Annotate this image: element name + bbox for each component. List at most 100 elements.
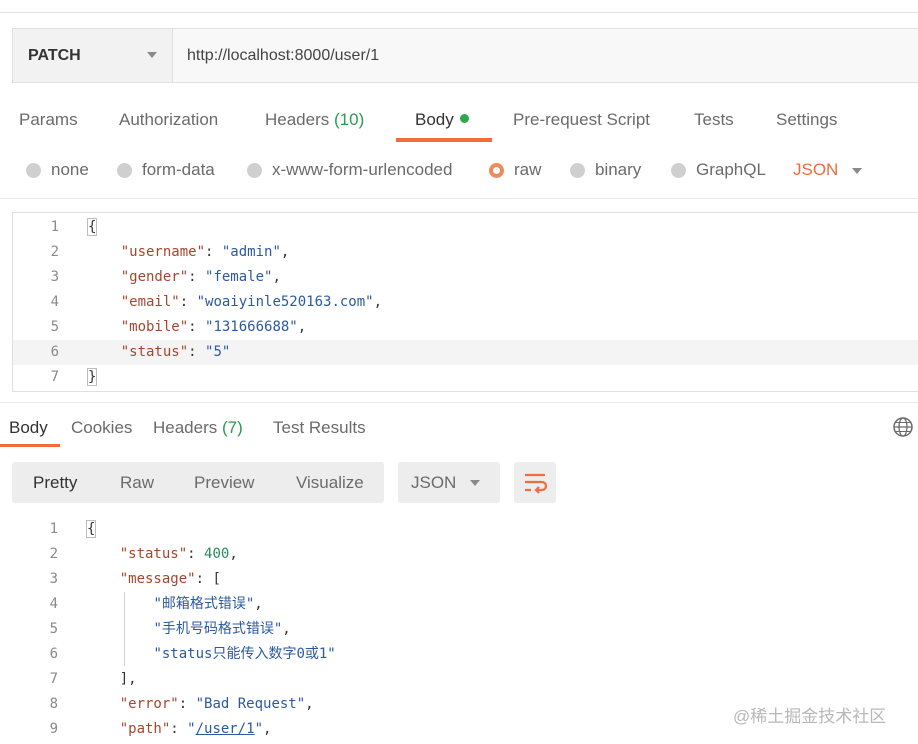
json-key: "mobile"	[120, 319, 189, 335]
json-key: "gender"	[120, 269, 189, 285]
open-brace: {	[87, 218, 98, 236]
tab-body-label: Body	[415, 110, 454, 129]
tab-params[interactable]: Params	[19, 110, 78, 130]
radio-binary[interactable]: binary	[570, 160, 641, 180]
line-number: 6	[50, 344, 59, 360]
radio-form-data[interactable]: form-data	[117, 160, 215, 180]
response-tab-headers-label: Headers	[153, 418, 218, 437]
code-text: "path": "/user/1",	[119, 721, 272, 737]
radio-graphql-label: GraphQL	[696, 160, 766, 179]
radio-none[interactable]: none	[26, 160, 89, 180]
line-number: 3	[50, 269, 59, 285]
radio-raw[interactable]: raw	[489, 160, 541, 180]
code-line: 7 ],	[12, 667, 918, 692]
response-tab-cookies[interactable]: Cookies	[71, 418, 132, 438]
json-value: "5"	[205, 344, 231, 360]
code-text: "status": "5"	[120, 344, 231, 360]
code-text: "email": "woaiyinle520163.com",	[120, 294, 383, 310]
indent-guide	[124, 592, 125, 666]
line-number: 2	[49, 546, 58, 562]
wrap-lines-button[interactable]	[514, 462, 556, 503]
tab-tests[interactable]: Tests	[694, 110, 734, 130]
tab-prerequest-script[interactable]: Pre-request Script	[513, 110, 650, 130]
view-visualize-button[interactable]: Visualize	[296, 473, 364, 493]
chevron-down-icon[interactable]	[852, 168, 862, 174]
line-number: 3	[49, 571, 58, 587]
radio-graphql[interactable]: GraphQL	[671, 160, 766, 180]
radio-circle-icon	[117, 162, 132, 178]
code-line: 4 "邮箱格式错误",	[12, 592, 918, 617]
view-pretty-button[interactable]: Pretty	[33, 473, 77, 493]
line-number: 7	[49, 671, 58, 687]
active-tab-indicator	[396, 138, 492, 142]
line-number: 9	[49, 721, 58, 737]
code-text: "邮箱格式错误",	[153, 596, 263, 612]
request-body-editor[interactable]: 1 { 2 "username": "admin", 3 "gender": "…	[12, 212, 918, 392]
headers-count-badge: (10)	[334, 110, 365, 129]
tab-authorization[interactable]: Authorization	[119, 110, 218, 130]
body-type-options: none form-data x-www-form-urlencoded raw…	[0, 156, 918, 186]
code-text: "message": [	[119, 571, 221, 587]
json-value: "131666688"	[205, 319, 298, 335]
json-string: "/user/1"	[187, 721, 264, 737]
open-bracket: [	[212, 571, 221, 587]
json-key: "status"	[119, 546, 188, 562]
headers-count-badge: (7)	[222, 418, 243, 437]
chevron-down-icon	[470, 480, 480, 486]
code-text: "status": 400,	[119, 546, 238, 562]
divider	[0, 198, 918, 199]
tab-headers[interactable]: Headers (10)	[265, 110, 364, 130]
line-number: 1	[50, 219, 59, 235]
code-text: "error": "Bad Request",	[119, 696, 314, 712]
line-number: 6	[49, 646, 58, 662]
response-format-label: JSON	[411, 473, 457, 492]
radio-circle-icon	[26, 162, 41, 178]
body-format-select[interactable]: JSON	[793, 160, 838, 180]
code-text: "gender": "female",	[120, 269, 281, 285]
radio-urlencoded[interactable]: x-www-form-urlencoded	[247, 160, 452, 180]
method-select[interactable]: PATCH	[13, 29, 173, 82]
code-line: 6 "status只能传入数字0或1"	[12, 642, 918, 667]
active-tab-indicator	[0, 444, 60, 447]
json-string: "手机号码格式错误"	[153, 621, 283, 637]
radio-circle-icon	[247, 162, 262, 178]
code-text: "mobile": "131666688",	[120, 319, 307, 335]
code-line: 2 "status": 400,	[12, 542, 918, 567]
json-value: "admin"	[221, 244, 281, 260]
globe-icon[interactable]	[892, 416, 914, 438]
line-number: 8	[49, 696, 58, 712]
radio-selected-icon	[489, 162, 504, 178]
radio-none-label: none	[51, 160, 89, 179]
tab-settings[interactable]: Settings	[776, 110, 837, 130]
code-line: 7 }	[13, 365, 918, 390]
view-preview-button[interactable]: Preview	[194, 473, 254, 493]
code-text: ],	[86, 667, 137, 692]
json-key: "path"	[119, 721, 171, 737]
code-line: 5 "手机号码格式错误",	[12, 617, 918, 642]
code-line: 1 {	[13, 215, 918, 240]
response-tab-test-results[interactable]: Test Results	[273, 418, 366, 438]
url-input[interactable]: http://localhost:8000/user/1	[173, 29, 918, 82]
code-text: {	[87, 215, 98, 240]
view-raw-button[interactable]: Raw	[120, 473, 154, 493]
response-format-select[interactable]: JSON	[398, 462, 500, 503]
code-line: 5 "mobile": "131666688",	[13, 315, 918, 340]
tab-body[interactable]: Body	[415, 110, 469, 130]
json-string: "Bad Request"	[195, 696, 306, 712]
json-key: "message"	[119, 571, 196, 587]
method-label: PATCH	[28, 46, 81, 64]
response-tab-headers[interactable]: Headers (7)	[153, 418, 243, 438]
json-string: "邮箱格式错误"	[153, 596, 255, 612]
code-text: "username": "admin",	[120, 244, 290, 260]
tab-headers-label: Headers	[265, 110, 330, 129]
divider	[0, 402, 918, 403]
line-number: 1	[49, 521, 58, 537]
line-number: 5	[50, 319, 59, 335]
radio-circle-icon	[671, 162, 686, 178]
path-link[interactable]: /user/1	[196, 721, 255, 737]
view-mode-group: Pretty Raw Preview Visualize	[12, 462, 384, 503]
response-tab-body[interactable]: Body	[9, 418, 48, 438]
json-value: "female"	[205, 269, 273, 285]
radio-binary-label: binary	[595, 160, 642, 179]
json-key: "username"	[120, 244, 206, 260]
